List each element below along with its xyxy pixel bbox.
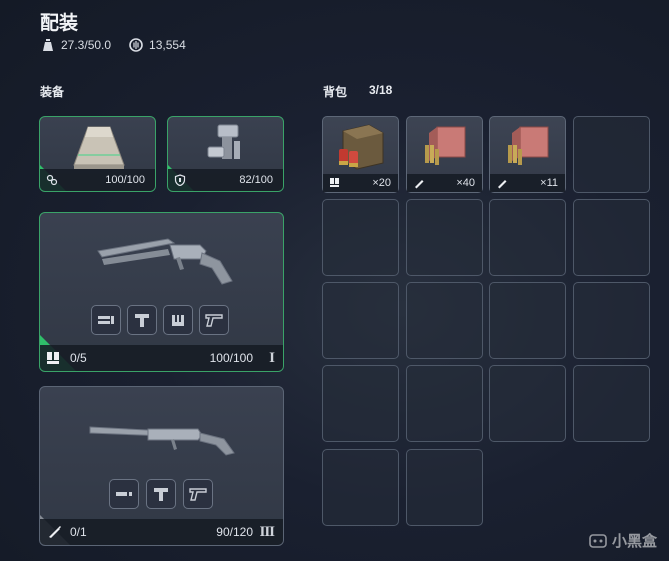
backpack-item[interactable]: ×11: [489, 116, 566, 193]
attachment-slot-magazine[interactable]: [109, 479, 139, 509]
shield-icon: [174, 174, 186, 186]
primary-tier: I: [269, 349, 275, 366]
item-footer: ×11: [490, 174, 565, 192]
coin-icon: [129, 38, 143, 52]
stats-bar: 27.3/50.0 13,554: [41, 38, 204, 52]
rifle-ammo-crate-icon: [508, 126, 549, 165]
item-quantity: ×20: [372, 177, 391, 189]
empty-slot[interactable]: [573, 282, 650, 359]
grip-slot-icon: [154, 488, 168, 501]
rifle-icon: [89, 426, 235, 456]
page-title: 配装: [40, 13, 79, 34]
armor-slot[interactable]: 100/100: [39, 116, 156, 192]
attachment-slot-magazine[interactable]: [91, 305, 121, 335]
shell-box-icon: [339, 124, 384, 170]
helmet-slot[interactable]: 82/100: [167, 116, 284, 192]
empty-slot[interactable]: [573, 199, 650, 276]
empty-slot[interactable]: [322, 282, 399, 359]
backpack-item[interactable]: ×20: [322, 116, 399, 193]
empty-slot[interactable]: [489, 199, 566, 276]
attachment-slot-stock[interactable]: [199, 305, 229, 335]
weight-icon: [43, 39, 53, 51]
attachment-slot-barrel[interactable]: [163, 305, 193, 335]
armor-footer: 100/100: [40, 169, 155, 191]
item-footer: ×40: [407, 174, 482, 192]
primary-ammo-count: 0/5: [70, 351, 87, 365]
primary-durability: 100/100: [209, 351, 253, 365]
secondary-ammo-count: 0/1: [70, 525, 87, 539]
shotgun-icon: [97, 238, 233, 285]
backpack-item[interactable]: ×40: [406, 116, 483, 193]
watermark-text: 小黑盒: [611, 533, 657, 550]
armor-durability: 100/100: [105, 174, 145, 186]
stock-slot-icon: [189, 488, 207, 501]
secondary-weapon-slot[interactable]: 0/1 90/120 III: [39, 386, 284, 546]
helmet-footer: 82/100: [168, 169, 283, 191]
empty-slot[interactable]: [322, 449, 399, 526]
weight-value: 27.3/50.0: [61, 38, 112, 52]
equipment-label: 装备: [40, 85, 65, 99]
item-quantity: ×11: [540, 177, 558, 189]
rifle-ammo-crate-icon: [425, 126, 466, 165]
barrel-slot-icon: [172, 315, 184, 326]
empty-slot[interactable]: [489, 365, 566, 442]
item-quantity: ×40: [456, 177, 475, 189]
grip-slot-icon: [135, 314, 149, 327]
gear-rig-icon: [207, 124, 240, 159]
armor-type-icon: [46, 174, 58, 186]
bullet-ammo-icon: [49, 526, 61, 538]
heybox-logo-icon: [589, 533, 607, 548]
attachment-slot-grip[interactable]: [127, 305, 157, 335]
empty-slot[interactable]: [573, 116, 650, 193]
bullet-ammo-icon: [415, 180, 424, 189]
empty-slot[interactable]: [322, 199, 399, 276]
currency-value: 13,554: [149, 38, 186, 52]
stock-slot-icon: [205, 314, 223, 327]
watermark: 小黑盒: [588, 530, 657, 551]
backpack-label: 背包: [323, 85, 348, 99]
empty-slot[interactable]: [406, 282, 483, 359]
empty-slot[interactable]: [406, 449, 483, 526]
shell-ammo-icon: [330, 178, 339, 187]
primary-weapon-slot[interactable]: 0/5 100/100 I: [39, 212, 284, 372]
empty-slot[interactable]: [406, 199, 483, 276]
shell-ammo-icon: [47, 352, 59, 364]
magazine-slot-icon: [116, 492, 132, 496]
empty-slot[interactable]: [489, 282, 566, 359]
empty-slot[interactable]: [322, 365, 399, 442]
secondary-weapon-footer: 0/1 90/120 III: [40, 519, 283, 545]
backpack-capacity: 3/18: [369, 83, 393, 97]
empty-slot[interactable]: [406, 365, 483, 442]
empty-slot[interactable]: [573, 365, 650, 442]
attachment-slot-grip[interactable]: [146, 479, 176, 509]
bullet-ammo-icon: [498, 180, 507, 189]
helmet-durability: 82/100: [239, 174, 273, 186]
primary-weapon-footer: 0/5 100/100 I: [40, 345, 283, 371]
secondary-durability: 90/120: [216, 525, 253, 539]
magazine-slot-icon: [98, 316, 114, 324]
secondary-tier: III: [259, 523, 274, 540]
item-footer: ×20: [323, 174, 398, 192]
armor-plate-icon: [73, 126, 125, 169]
attachment-slot-stock[interactable]: [183, 479, 213, 509]
